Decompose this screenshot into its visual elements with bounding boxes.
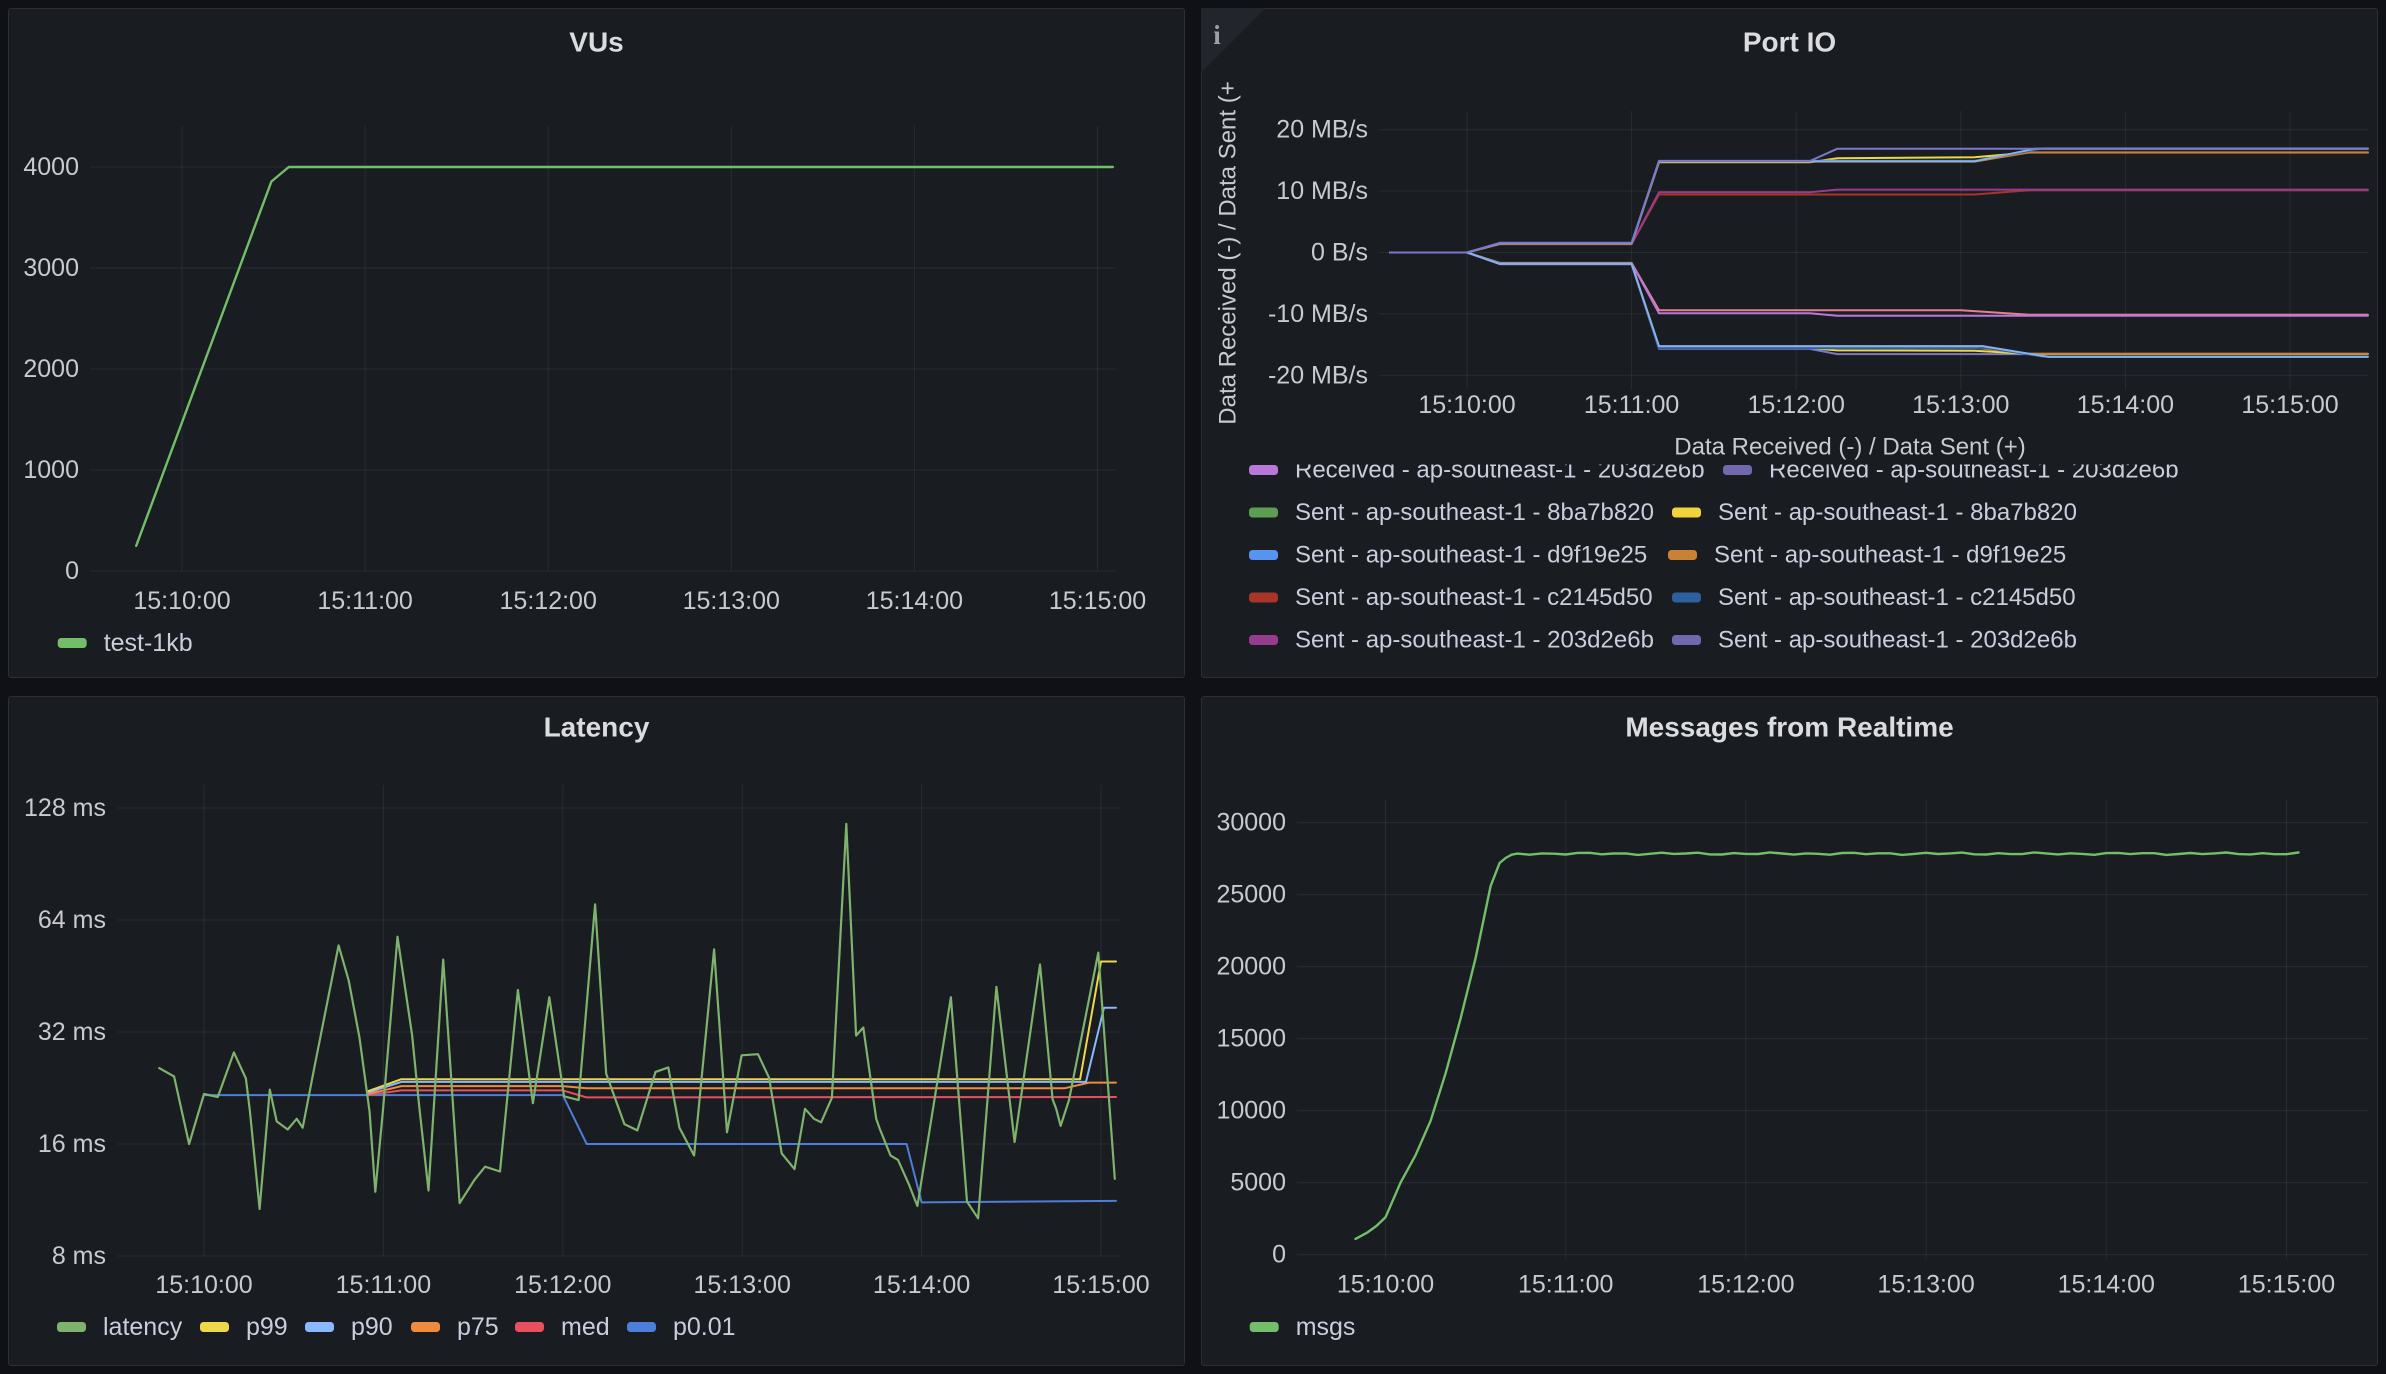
svg-text:Sent - ap-southeast-1 - 8ba7b8: Sent - ap-southeast-1 - 8ba7b820: [1295, 499, 1654, 526]
svg-text:Sent - ap-southeast-1 - c2145d: Sent - ap-southeast-1 - c2145d50: [1718, 584, 2076, 611]
svg-text:15:10:00: 15:10:00: [133, 587, 230, 615]
svg-text:32 ms: 32 ms: [38, 1018, 106, 1046]
svg-text:15:12:00: 15:12:00: [1697, 1271, 1794, 1299]
svg-text:16 ms: 16 ms: [38, 1130, 106, 1158]
svg-text:15:15:00: 15:15:00: [1052, 1271, 1149, 1299]
svg-text:15:11:00: 15:11:00: [336, 1271, 431, 1299]
svg-text:15:11:00: 15:11:00: [1518, 1271, 1613, 1299]
svg-text:0: 0: [1272, 1241, 1286, 1269]
svg-text:Received - ap-southeast-1 - 20: Received - ap-southeast-1 - 203d2e6b: [1295, 457, 1705, 484]
svg-text:i: i: [1213, 20, 1221, 50]
svg-text:p99: p99: [246, 1313, 288, 1341]
svg-text:15:14:00: 15:14:00: [873, 1271, 970, 1299]
svg-text:0: 0: [65, 557, 79, 585]
svg-text:15:14:00: 15:14:00: [2077, 391, 2174, 419]
svg-text:0 B/s: 0 B/s: [1311, 239, 1368, 267]
svg-text:15000: 15000: [1216, 1025, 1286, 1053]
svg-text:15:11:00: 15:11:00: [317, 587, 412, 615]
svg-text:med: med: [561, 1313, 610, 1341]
svg-text:Data Received (-) / Data Sent: Data Received (-) / Data Sent (+: [1215, 81, 1242, 424]
svg-text:VUs: VUs: [569, 27, 623, 58]
svg-text:p90: p90: [351, 1313, 393, 1341]
svg-text:Data Received (-) / Data Sent: Data Received (-) / Data Sent (+): [1674, 434, 2025, 461]
svg-text:15:10:00: 15:10:00: [1337, 1271, 1434, 1299]
svg-text:p0.01: p0.01: [673, 1313, 736, 1341]
svg-text:1000: 1000: [23, 456, 79, 484]
svg-text:Received - ap-southeast-1 - 20: Received - ap-southeast-1 - 203d2e6b: [1769, 457, 2179, 484]
svg-text:20000: 20000: [1216, 953, 1286, 981]
svg-text:Sent - ap-southeast-1 - 8ba7b8: Sent - ap-southeast-1 - 8ba7b820: [1718, 499, 2077, 526]
svg-text:-20 MB/s: -20 MB/s: [1268, 361, 1368, 389]
svg-text:Sent - ap-southeast-1 - c2145d: Sent - ap-southeast-1 - c2145d50: [1295, 584, 1653, 611]
svg-text:15:10:00: 15:10:00: [1418, 391, 1515, 419]
svg-text:Sent - ap-southeast-1 - 203d2e: Sent - ap-southeast-1 - 203d2e6b: [1718, 627, 2077, 654]
svg-text:15:12:00: 15:12:00: [514, 1271, 611, 1299]
svg-text:15:14:00: 15:14:00: [2058, 1271, 2155, 1299]
svg-text:30000: 30000: [1216, 809, 1286, 837]
svg-text:10000: 10000: [1216, 1097, 1286, 1125]
svg-text:3000: 3000: [23, 254, 79, 282]
svg-text:p75: p75: [457, 1313, 499, 1341]
svg-text:15:13:00: 15:13:00: [694, 1271, 791, 1299]
svg-text:Sent - ap-southeast-1 - 203d2e: Sent - ap-southeast-1 - 203d2e6b: [1295, 627, 1654, 654]
svg-text:Port IO: Port IO: [1743, 27, 1836, 58]
svg-text:15:15:00: 15:15:00: [2241, 391, 2338, 419]
svg-text:15:14:00: 15:14:00: [866, 587, 963, 615]
svg-text:4000: 4000: [23, 153, 79, 181]
svg-text:2000: 2000: [23, 355, 79, 383]
svg-text:15:15:00: 15:15:00: [1049, 587, 1146, 615]
svg-text:Messages from Realtime: Messages from Realtime: [1625, 712, 1953, 743]
svg-text:15:12:00: 15:12:00: [1748, 391, 1845, 419]
svg-text:20 MB/s: 20 MB/s: [1276, 116, 1368, 144]
svg-text:15:11:00: 15:11:00: [1584, 391, 1679, 419]
svg-text:15:13:00: 15:13:00: [1877, 1271, 1974, 1299]
svg-text:-10 MB/s: -10 MB/s: [1268, 300, 1368, 328]
svg-text:8 ms: 8 ms: [52, 1242, 106, 1270]
svg-text:15:10:00: 15:10:00: [155, 1271, 252, 1299]
svg-text:15:15:00: 15:15:00: [2238, 1271, 2335, 1299]
svg-text:64 ms: 64 ms: [38, 906, 106, 934]
svg-text:Sent - ap-southeast-1 - d9f19e: Sent - ap-southeast-1 - d9f19e25: [1295, 542, 1647, 569]
svg-text:15:13:00: 15:13:00: [1912, 391, 2009, 419]
svg-text:10 MB/s: 10 MB/s: [1276, 177, 1368, 205]
svg-text:25000: 25000: [1216, 881, 1286, 909]
svg-text:Latency: Latency: [544, 712, 650, 743]
svg-text:128 ms: 128 ms: [24, 794, 106, 822]
svg-text:msgs: msgs: [1296, 1313, 1356, 1341]
svg-text:15:13:00: 15:13:00: [683, 587, 780, 615]
svg-text:Sent - ap-southeast-1 - d9f19e: Sent - ap-southeast-1 - d9f19e25: [1714, 542, 2066, 569]
svg-text:latency: latency: [103, 1313, 183, 1341]
svg-text:5000: 5000: [1230, 1169, 1286, 1197]
svg-text:test-1kb: test-1kb: [104, 629, 193, 657]
svg-text:15:12:00: 15:12:00: [500, 587, 597, 615]
